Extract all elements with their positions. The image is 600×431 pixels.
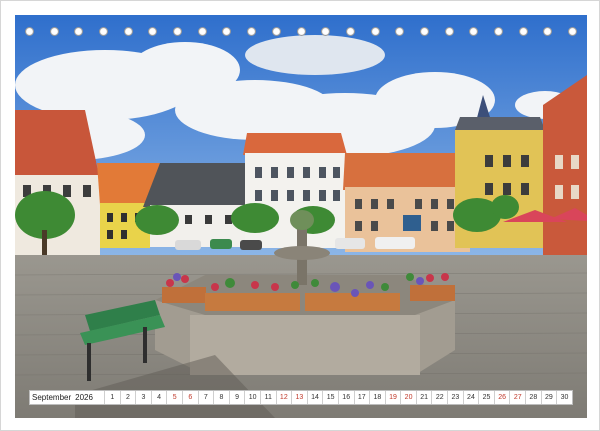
binding-ring: [296, 27, 306, 36]
calendar-page: September 2026 1 2 3 4 5 6 7 8 9 10 11 12 13 14 15 16 17…: [0, 0, 600, 431]
day-cell: 26: [493, 391, 510, 404]
binding-ring: [568, 27, 577, 36]
binding-ring: [247, 27, 257, 36]
building-right-red: [543, 75, 587, 255]
binding-ring: [321, 27, 331, 36]
day-cell: 1: [104, 391, 120, 404]
day-cell: 14: [306, 391, 323, 404]
day-cell: 25: [478, 391, 494, 404]
day-cell: 7: [197, 391, 214, 404]
spiral-binding: [25, 25, 577, 39]
month-year-label: September 2026: [30, 391, 104, 404]
binding-ring: [395, 27, 405, 36]
binding-ring: [148, 27, 158, 36]
binding-ring: [419, 27, 429, 36]
day-cell: 18: [369, 391, 385, 404]
binding-ring: [469, 27, 479, 36]
binding-ring: [222, 27, 232, 36]
day-cell: 27: [509, 391, 525, 404]
day-cell: 10: [244, 391, 260, 404]
day-cell: 8: [213, 391, 229, 404]
day-cell: 30: [556, 391, 572, 404]
day-cell: 29: [540, 391, 557, 404]
day-cell: 21: [415, 391, 432, 404]
day-cell: 5: [166, 391, 182, 404]
day-cells: 1 2 3 4 5 6 7 8 9 10 11 12 13 14 15 16 17 18 19 20 21 22 23 24 2…: [104, 391, 572, 404]
binding-ring: [99, 27, 109, 36]
photo-illustration: [15, 15, 587, 418]
binding-ring: [197, 27, 207, 36]
binding-ring: [74, 27, 84, 36]
day-cell: 24: [462, 391, 479, 404]
day-cell: 16: [337, 391, 354, 404]
day-cell: 12: [275, 391, 292, 404]
binding-ring: [173, 27, 183, 36]
binding-ring: [493, 27, 503, 36]
binding-ring: [49, 27, 59, 36]
day-cell: 28: [525, 391, 541, 404]
day-cell: 2: [119, 391, 136, 404]
day-cell: 15: [322, 391, 338, 404]
binding-ring: [518, 27, 528, 36]
day-cell: 19: [384, 391, 401, 404]
day-cell: 3: [135, 391, 151, 404]
binding-ring: [25, 27, 34, 36]
binding-ring: [543, 27, 553, 36]
binding-ring: [271, 27, 281, 36]
day-cell: 22: [431, 391, 447, 404]
binding-ring: [345, 27, 355, 36]
day-cell: 9: [228, 391, 245, 404]
year: 2026: [75, 393, 93, 402]
month-name: September: [32, 393, 72, 402]
day-cell: 6: [181, 391, 198, 404]
day-cell: 4: [150, 391, 167, 404]
town-square-photo: [15, 15, 587, 418]
day-cell: 23: [447, 391, 463, 404]
day-cell: 20: [400, 391, 416, 404]
binding-ring: [444, 27, 454, 36]
day-cell: 17: [353, 391, 370, 404]
day-cell: 13: [291, 391, 307, 404]
binding-ring: [370, 27, 380, 36]
calendar-strip: September 2026 1 2 3 4 5 6 7 8 9 10 11 12 13 14 15 16 17…: [29, 390, 573, 405]
binding-ring: [123, 27, 133, 36]
day-cell: 11: [259, 391, 276, 404]
